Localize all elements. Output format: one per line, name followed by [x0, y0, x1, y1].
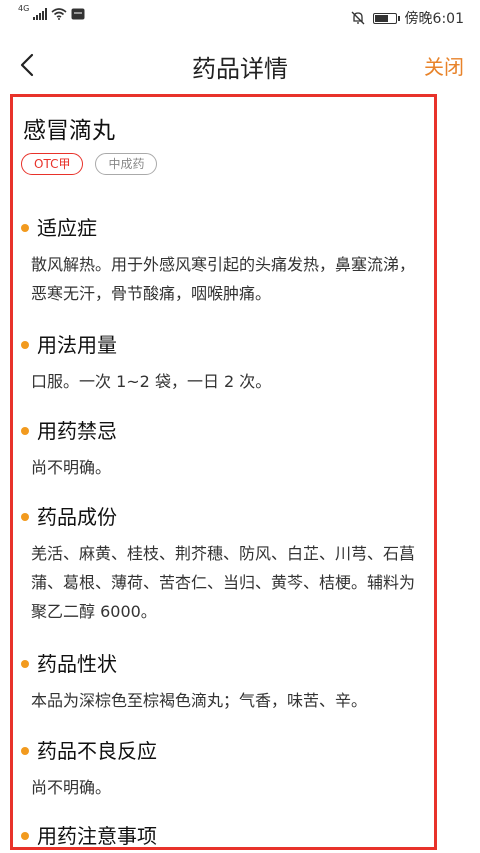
section-body: 口服。一次 1~2 袋，一日 2 次。 [31, 372, 272, 391]
bullet-dot [21, 341, 29, 349]
section-body: 尚不明确。 [31, 778, 112, 797]
tag-otc: OTC甲 [21, 153, 84, 175]
section-title: 药品性状 [13, 650, 434, 678]
section-title: 药品成份 [13, 503, 434, 531]
battery-level [374, 14, 388, 22]
status-bar: 4G 傍晚6:01 [0, 0, 480, 34]
section-indications: 适应症 散风解热。用于外感风寒引起的头痛发热，鼻塞流涕，恶寒无汗，骨节酸痛，咽喉… [13, 214, 434, 308]
bullet-dot [21, 427, 29, 435]
tag-chinese-medicine: 中成药 [95, 153, 158, 175]
status-time: 傍晚6:01 [404, 11, 464, 27]
status-right: 傍晚6:01 [351, 8, 464, 28]
section-title-text: 用法用量 [37, 333, 117, 357]
section-title: 适应症 [13, 214, 434, 242]
section-dosage: 用法用量 口服。一次 1~2 袋，一日 2 次。 [13, 331, 434, 396]
signal-icon [33, 8, 48, 20]
page-title: 药品详情 [192, 55, 288, 83]
bullet-dot [21, 660, 29, 668]
section-title-text: 用药禁忌 [37, 419, 117, 443]
section-title-text: 用药注意事项 [37, 824, 157, 848]
section-title: 药品不良反应 [13, 737, 434, 765]
close-button[interactable]: 关闭 [424, 51, 464, 80]
drug-detail-content: 感冒滴丸 OTC甲 中成药 适应症 散风解热。用于外感风寒引起的头痛发热，鼻塞流… [10, 94, 437, 850]
section-characteristics: 药品性状 本品为深棕色至棕褐色滴丸；气香，味苦、辛。 [13, 650, 434, 715]
battery-icon [372, 12, 400, 24]
section-body: 羌活、麻黄、桂枝、荆芥穗、防风、白芷、川芎、石菖蒲、葛根、薄荷、苦杏仁、当归、黄… [31, 544, 416, 621]
section-title: 用法用量 [13, 331, 434, 359]
section-title-text: 药品成份 [37, 505, 117, 529]
mute-bell-icon [351, 11, 365, 25]
section-body: 散风解热。用于外感风寒引起的头痛发热，鼻塞流涕，恶寒无汗，骨节酸痛，咽喉肿痛。 [31, 255, 416, 303]
navigation-bar: 药品详情 关闭 [0, 34, 480, 94]
section-body: 本品为深棕色至棕褐色滴丸；气香，味苦、辛。 [31, 691, 368, 710]
bullet-dot [21, 832, 29, 840]
section-title: 用药禁忌 [13, 417, 434, 445]
bullet-dot [21, 747, 29, 755]
message-icon [71, 8, 85, 20]
section-title-text: 适应症 [37, 216, 97, 240]
status-left: 4G [18, 4, 85, 20]
bullet-dot [21, 513, 29, 521]
section-body: 尚不明确。 [31, 458, 112, 477]
section-ingredients: 药品成份 羌活、麻黄、桂枝、荆芥穗、防风、白芷、川芎、石菖蒲、葛根、薄荷、苦杏仁… [13, 503, 434, 626]
section-title-text: 药品性状 [37, 652, 117, 676]
section-adverse-reactions: 药品不良反应 尚不明确。 [13, 737, 434, 802]
drug-name: 感冒滴丸 [23, 118, 115, 144]
section-precautions: 用药注意事项 [13, 822, 434, 848]
network-type: 4G [18, 3, 30, 13]
section-contraindications: 用药禁忌 尚不明确。 [13, 417, 434, 482]
section-title-text: 药品不良反应 [37, 739, 157, 763]
wifi-icon [51, 8, 67, 20]
bullet-dot [21, 224, 29, 232]
section-title: 用药注意事项 [13, 822, 434, 848]
drug-tags: OTC甲 中成药 [21, 153, 158, 175]
